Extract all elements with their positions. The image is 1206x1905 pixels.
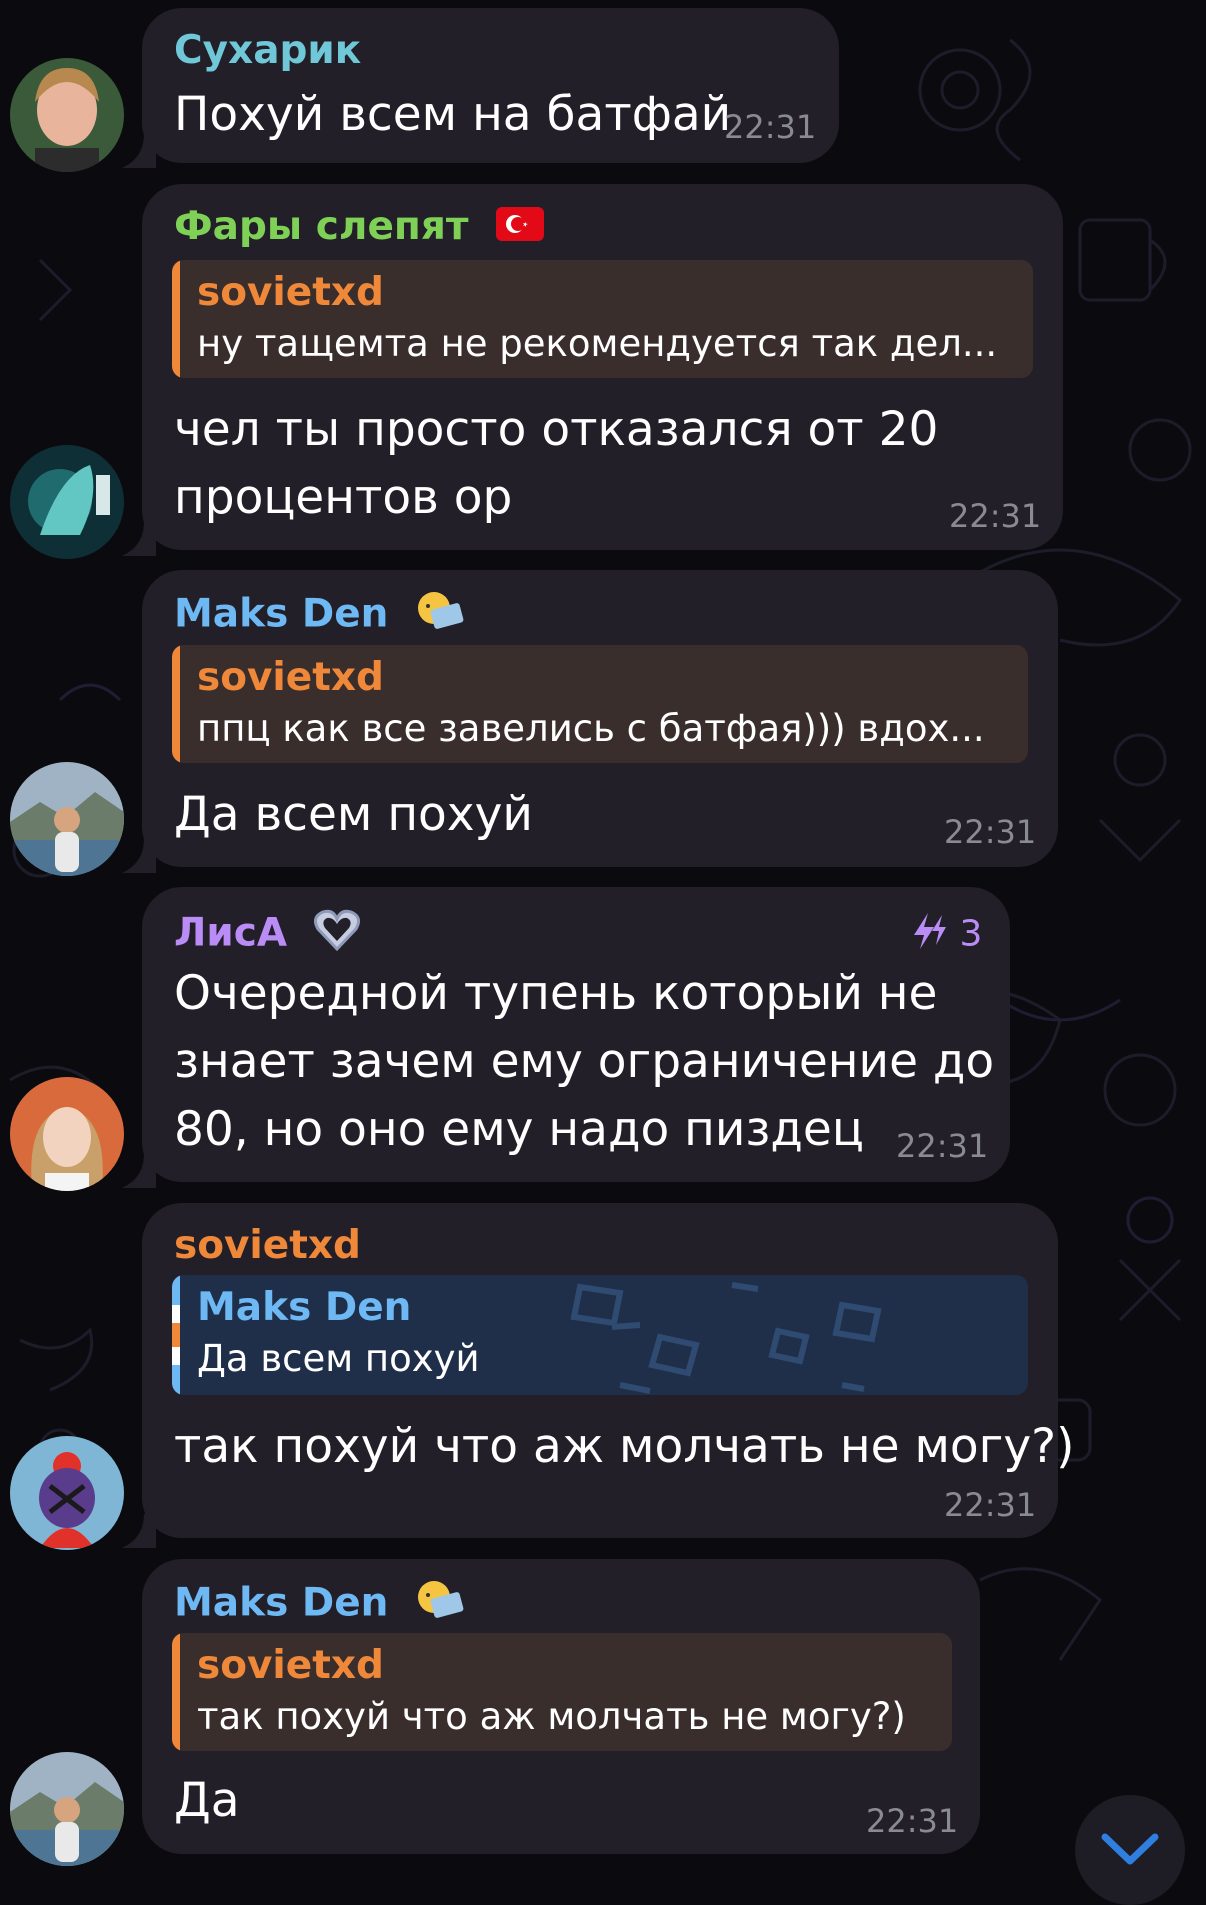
message-time: 22:31 [896,1127,989,1165]
message-time: 22:31 [944,1486,1037,1524]
message-text: так похуй что аж молчать не могу?) [174,1419,1075,1474]
sender-name[interactable]: ЛисА [174,907,361,963]
boost-count: 3 [959,913,983,955]
boost-icon [910,911,948,960]
message-bubble[interactable]: ЛисА 3 Очередной тупень который не знает… [142,887,1010,1182]
avatar[interactable] [10,58,124,172]
reply-text: Да всем похуй [197,1337,480,1380]
sender-name-text: Maks Den [174,591,389,637]
reply-quote[interactable]: sovietxd ну тащемта не рекомендуется так… [172,260,1033,378]
message-time: 22:31 [944,813,1037,851]
flag-turkey-icon [496,206,545,251]
sender-name[interactable]: Фары слепят [174,204,545,251]
laptop-emoji-icon [412,590,468,642]
message-time: 22:31 [724,108,817,146]
reply-sender: sovietxd [197,270,384,315]
message-text: знает зачем ему ограничение до [174,1034,995,1089]
reply-quote[interactable]: sovietxd так похуй что аж молчать не мог… [172,1633,952,1751]
reply-text: ну тащемта не рекомендуется так дел... [197,322,998,365]
message-text: Похуй всем на батфай [174,87,732,142]
avatar[interactable] [10,445,124,559]
message-bubble[interactable]: Maks Den sovietxd так похуй что аж молча… [142,1559,980,1854]
message-time: 22:31 [949,497,1042,535]
message-text: Очередной тупень который не [174,966,938,1021]
reply-sender: sovietxd [197,1643,384,1688]
reply-sender: Maks Den [197,1285,412,1330]
sender-name[interactable]: Maks Den [174,1579,468,1631]
message-text: 80, но оно ему надо пиздец [174,1102,864,1157]
message-text: процентов ор [174,470,513,525]
sender-name-text: Maks Den [174,1580,389,1626]
message-text: Да всем похуй [174,787,533,842]
laptop-emoji-icon [412,1579,468,1631]
sender-name-text: ЛисА [174,910,288,956]
sender-name-text: Фары слепят [174,204,469,249]
heart-icon [313,907,361,963]
message-bubble[interactable]: Фары слепят sovietxd ну тащемта не реком… [142,184,1063,550]
message-time: 22:31 [866,1802,959,1840]
avatar[interactable] [10,1752,124,1866]
reply-quote[interactable]: sovietxd ппц как все завелись с батфая))… [172,645,1028,763]
message-bubble[interactable]: sovietxd Maks Den Да всем похуй так поху… [142,1203,1074,1538]
reply-sender: sovietxd [197,655,384,700]
message-bubble[interactable]: Сухарик Похуй всем на батфай 22:31 [142,8,839,163]
sender-name[interactable]: Сухарик [174,28,361,73]
laptop-pattern-icon [570,1282,882,1394]
scroll-down-button[interactable] [1075,1795,1185,1905]
avatar[interactable] [10,1077,124,1191]
avatar[interactable] [10,762,124,876]
sender-name[interactable]: sovietxd [174,1223,361,1268]
chevron-down-icon [1101,1833,1159,1865]
boost-badge[interactable]: 3 [910,911,982,960]
reply-text: ппц как все завелись с батфая))) вдох... [197,707,985,750]
message-text: чел ты просто отказался от 20 [174,402,939,457]
reply-text: так похуй что аж молчать не могу?) [197,1695,906,1738]
sender-name[interactable]: Maks Den [174,590,468,642]
message-bubble[interactable]: Maks Den sovietxd ппц как все завелись с… [142,570,1058,867]
message-text: Да [174,1773,240,1828]
avatar[interactable] [10,1436,124,1550]
reply-quote[interactable]: Maks Den Да всем похуй [172,1275,1028,1395]
